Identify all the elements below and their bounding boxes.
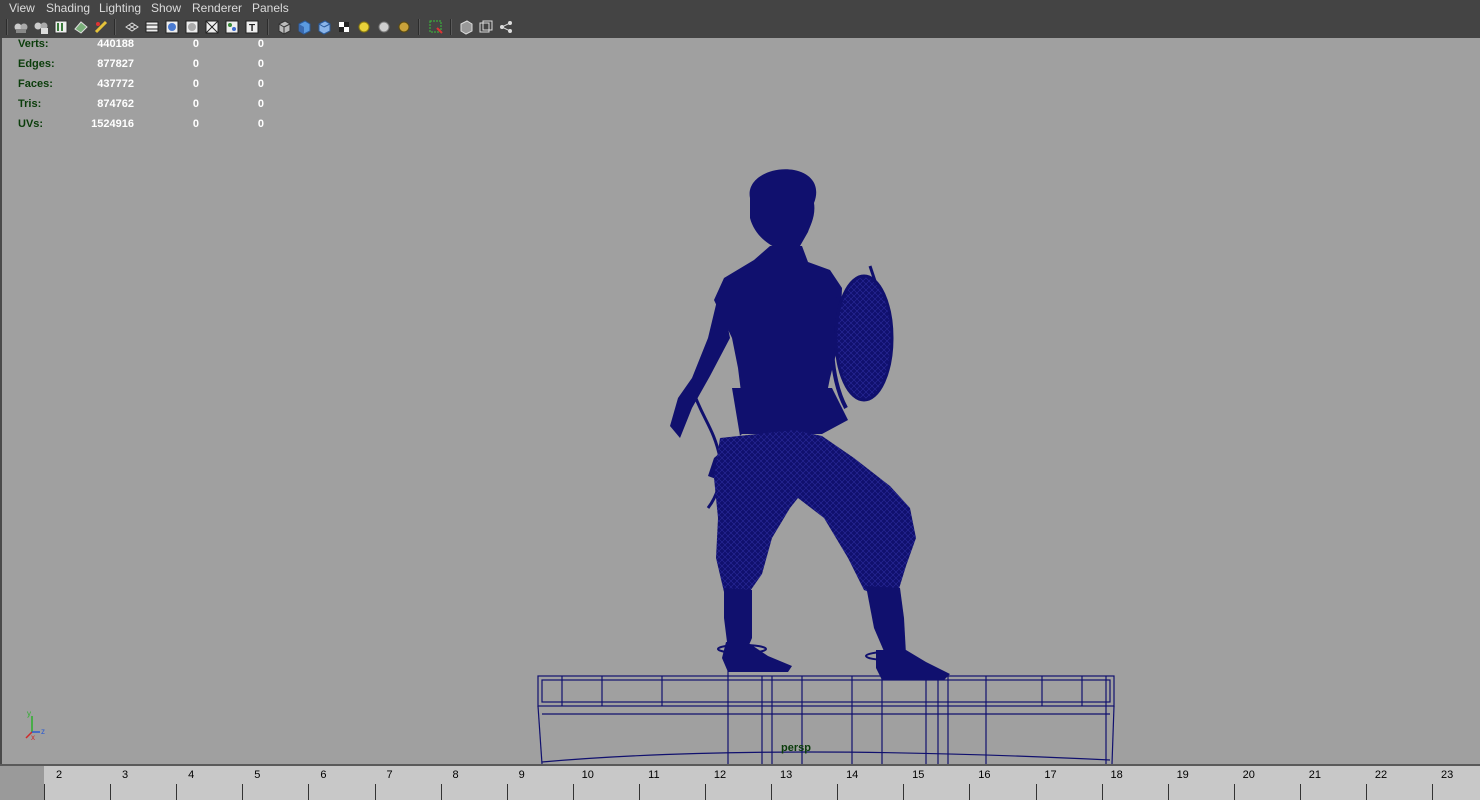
statue-pedestal [537,670,1115,764]
timeline-tick [440,784,442,800]
timeline-tick [1432,784,1434,800]
timeline-tick [176,784,178,800]
menu-show[interactable]: Show [151,1,181,15]
timeline-frame-label: 14 [846,769,859,781]
timeline-tick [837,784,839,800]
shadows-icon[interactable] [395,18,413,36]
view-axis-gizmo: y x z [25,709,45,742]
timeline-frame-label: 19 [1176,769,1189,781]
timeline-frame-label: 6 [320,769,327,781]
timeline-tick [1035,784,1037,800]
grease-pencil-icon[interactable] [92,18,110,36]
timeline-tick [638,784,640,800]
timeline-frame-label: 4 [188,769,195,781]
toolbar-separator [6,19,8,35]
menu-view[interactable]: View [9,1,35,15]
all-lights-icon[interactable] [375,18,393,36]
safe-action-icon[interactable] [203,18,221,36]
timeline-frame-label: 20 [1242,769,1255,781]
camera-select-icon[interactable] [12,18,30,36]
timeline-frame-label: 2 [55,769,63,781]
resolution-gate-icon[interactable] [163,18,181,36]
camera-lock-icon[interactable] [32,18,50,36]
image-plane-icon[interactable] [72,18,90,36]
timeline-tick [705,784,706,800]
safe-title-icon[interactable] [223,18,241,36]
menu-bar: View Shading Lighting Show Renderer Pane… [0,0,1480,16]
timeline-frame-label: 13 [779,769,793,781]
timeline-frame-label: 7 [386,769,393,781]
xray-icon[interactable] [457,18,475,36]
timeline-tick [110,784,112,800]
timeline-frame-label: 3 [122,769,129,781]
timeline-frame-label: 8 [452,769,459,781]
timeline-tick [572,784,574,800]
timeline-frame-label: 10 [581,769,594,781]
toolbar-separator [267,19,269,35]
field-chart-icon[interactable] [183,18,201,36]
timeline-frame-label: 9 [518,769,525,781]
timeline-frame-label: 5 [254,769,261,781]
share-icon[interactable] [497,18,515,36]
timeline-tick [308,784,310,800]
timeline-frame-label: 17 [1044,769,1057,781]
smooth-shade-icon[interactable] [295,18,313,36]
timeline-frame-label: 22 [1374,769,1388,781]
default-light-icon[interactable] [355,18,373,36]
film-gate-icon[interactable] [143,18,161,36]
timeline-tick [969,784,971,800]
timeline-tick [506,784,508,800]
perspective-viewport[interactable]: Verts: 440188 0 0 Edges: 877827 0 0 Face… [0,38,1480,764]
timeline-tick [1233,784,1235,800]
timeline-frame-label: 21 [1308,769,1322,781]
axis-z-label: z [41,727,45,736]
wireframe-grid-icon[interactable] [123,18,141,36]
toolbar-separator [418,19,420,35]
timeline-frame-label: 16 [978,769,991,781]
timeline-frame-label: 12 [713,769,727,781]
bookmark-icon[interactable] [52,18,70,36]
toolbar-separator [450,19,452,35]
xray-joints-icon[interactable] [477,18,495,36]
menu-panels[interactable]: Panels [252,1,289,15]
timeline-tick [1167,784,1169,800]
checker-texture-icon[interactable] [335,18,353,36]
timeline-frame-label: 15 [912,769,925,781]
time-slider-gutter [0,766,44,800]
timeline-tick [242,784,244,800]
panel-toolbar: T [0,16,1480,38]
timeline-tick [374,784,376,800]
menu-renderer[interactable]: Renderer [192,1,242,15]
timeline-tick [903,784,905,800]
timeline-tick [1366,784,1367,800]
axis-x-label: x [31,733,35,742]
menu-shading[interactable]: Shading [46,1,90,15]
timeline-tick [1299,784,1301,800]
timeline-tick [44,784,45,800]
svg-text:T: T [249,23,255,34]
wireframe-statue-model[interactable] [2,38,1480,764]
camera-name-label: persp [781,742,811,754]
menu-lighting[interactable]: Lighting [99,1,141,15]
text-icon[interactable]: T [243,18,261,36]
timeline-tick [771,784,773,800]
isolate-select-icon[interactable] [427,18,445,36]
flat-shade-icon[interactable] [315,18,333,36]
wireframe-icon[interactable] [275,18,293,36]
time-slider[interactable]: 2 3 4 5 6 7 8 9 10 11 12 13 14 15 16 17 18 19 20 21 22 23 [0,764,1480,800]
statue-figure [670,169,950,680]
toolbar-separator [114,19,116,35]
timeline-frame-label: 11 [648,769,660,781]
timeline-frame-label: 18 [1110,769,1123,781]
axis-y-label: y [27,709,31,718]
timeline-frame-label: 23 [1440,769,1454,781]
timeline-tick [1101,784,1103,800]
